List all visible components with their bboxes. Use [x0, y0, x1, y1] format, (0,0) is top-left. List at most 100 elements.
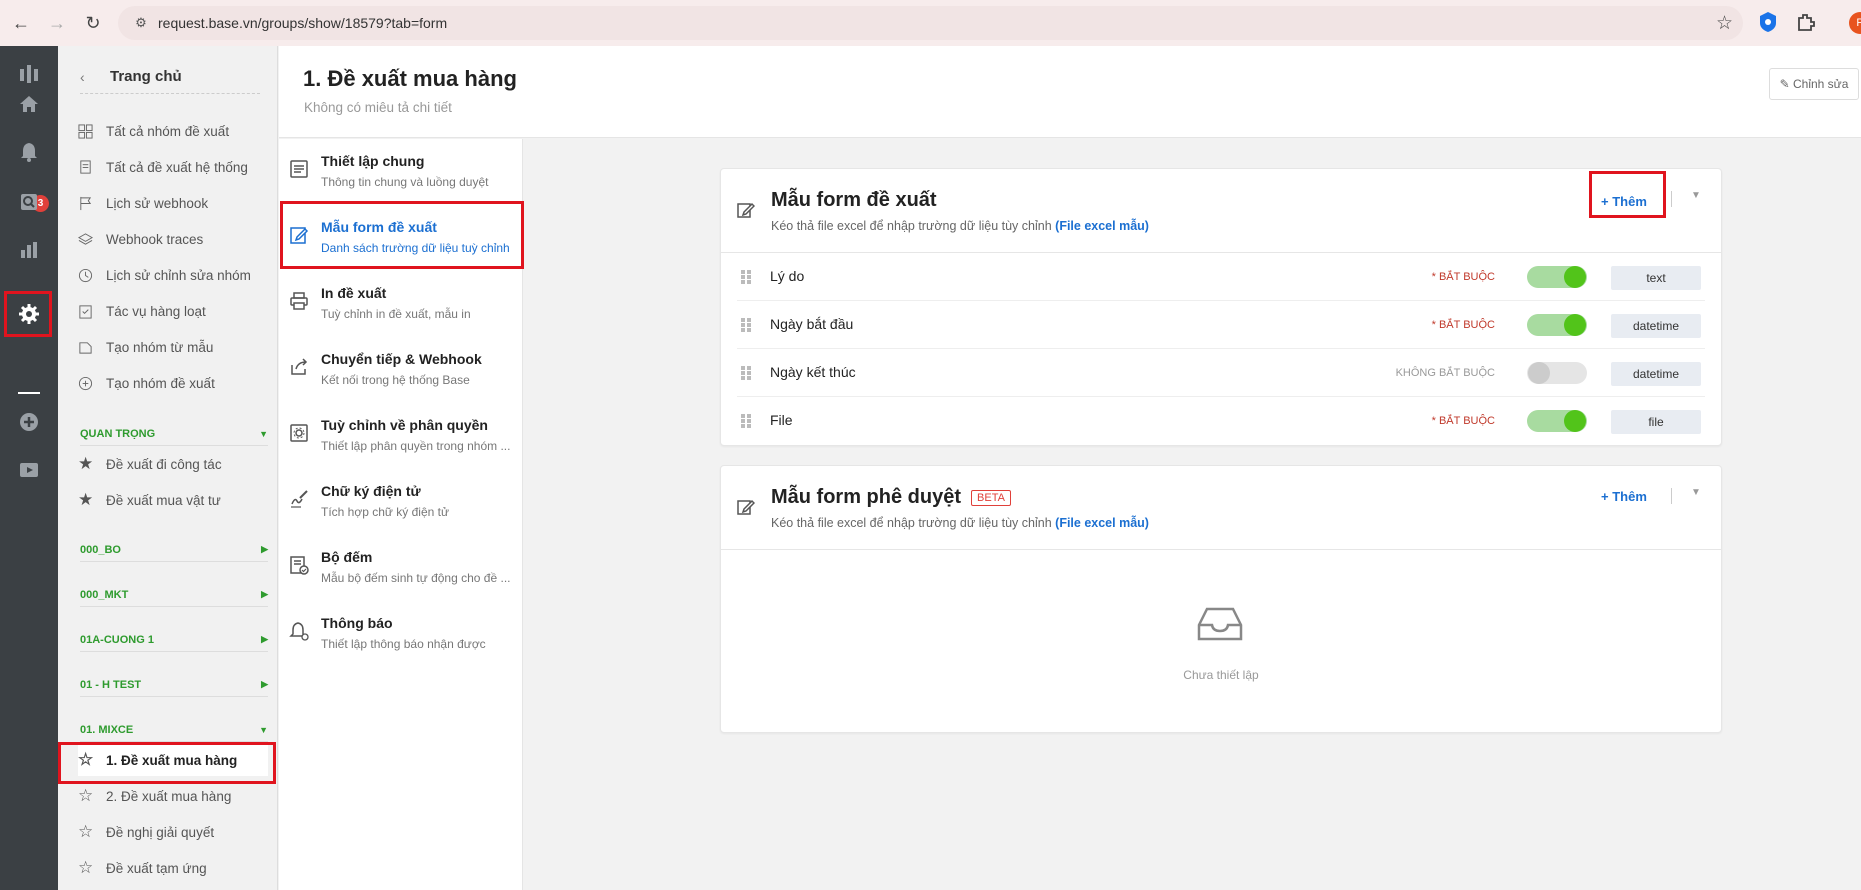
share-icon	[289, 357, 311, 379]
caret-down-icon[interactable]: ▼	[1691, 487, 1701, 498]
settings-tab-signature[interactable]: Chữ ký điện tử Tích hợp chữ ký điện tử	[279, 469, 523, 535]
field-name: Ngày kết thúc	[770, 364, 856, 380]
flag-icon	[78, 196, 106, 211]
star-filled-icon[interactable]: ★	[78, 454, 106, 474]
settings-tab-title: Thông báo	[321, 615, 393, 631]
field-row: Ngày bắt đầu * BẮT BUỘC datetime	[737, 301, 1705, 349]
section-quan-trong[interactable]: QUAN TRỌNG ▼	[80, 422, 268, 446]
sidebar-item-webhook-traces[interactable]: Webhook traces	[78, 224, 268, 254]
settings-tab-webhook[interactable]: Chuyển tiếp & Webhook Kết nối trong hệ t…	[279, 337, 523, 403]
card-title: Mẫu form đề xuất	[771, 189, 937, 211]
star-filled-icon[interactable]: ★	[78, 490, 106, 510]
sidebar-home-link[interactable]: ‹ Trang chủ	[80, 64, 260, 94]
url-text[interactable]: request.base.vn/groups/show/18579?tab=fo…	[158, 15, 447, 31]
sample-excel-link[interactable]: (File excel mẫu)	[1055, 516, 1149, 530]
field-toggle[interactable]	[1527, 314, 1587, 336]
field-required-label: * BẮT BUỘC	[1431, 319, 1495, 331]
settings-tab-print[interactable]: In đề xuất Tuỳ chỉnh in đề xuất, mẫu in	[279, 271, 523, 337]
signature-icon	[289, 489, 311, 511]
drag-handle-icon[interactable]	[741, 414, 753, 428]
star-outline-icon[interactable]: ☆	[78, 858, 106, 878]
settings-tab-subtitle: Thông tin chung và luồng duyệt	[321, 175, 489, 189]
approval-template-card: Mẫu form phê duyệt BETA Kéo thả file exc…	[720, 465, 1722, 733]
star-outline-icon[interactable]: ☆	[78, 786, 106, 806]
counter-icon	[289, 555, 311, 577]
section-01-mixce[interactable]: 01. MIXCE ▼	[80, 718, 268, 742]
search-doc-icon[interactable]	[13, 186, 45, 218]
app-rail: 3	[0, 46, 58, 890]
sidebar-item-label: Tạo nhóm từ mẫu	[106, 339, 214, 355]
back-icon[interactable]: ←	[6, 8, 36, 38]
card-description: Kéo thả file excel để nhập trường dữ liệ…	[771, 516, 1149, 530]
reload-icon[interactable]: ↻	[78, 8, 108, 38]
section-000-bo[interactable]: 000_BO ▶	[80, 538, 268, 562]
page-title: 1. Đề xuất mua hàng	[303, 66, 517, 91]
settings-tab-subtitle: Mẫu bộ đếm sinh tự động cho đề ...	[321, 571, 511, 585]
section-000-mkt[interactable]: 000_MKT ▶	[80, 583, 268, 607]
sidebar-item-label: Tạo nhóm đề xuất	[106, 375, 215, 391]
drag-handle-icon[interactable]	[741, 318, 753, 332]
sidebar-item-edit-history[interactable]: Lịch sử chỉnh sửa nhóm	[78, 260, 268, 290]
bookmark-star-icon[interactable]: ☆	[1716, 12, 1733, 35]
group-item[interactable]: ★ Đề xuất đi công tác	[78, 448, 268, 480]
settings-tab-subtitle: Tuỳ chỉnh in đề xuất, mẫu in	[321, 307, 471, 321]
field-toggle[interactable]	[1527, 362, 1587, 384]
add-circle-icon[interactable]	[13, 406, 45, 438]
sidebar-item-bulk-tasks[interactable]: Tác vụ hàng loạt	[78, 296, 268, 326]
base-logo-icon[interactable]	[13, 58, 45, 90]
caret-down-icon[interactable]: ▼	[1691, 190, 1701, 201]
site-settings-icon[interactable]: ⚙	[124, 15, 158, 31]
card-desc-text: Kéo thả file excel để nhập trường dữ liệ…	[771, 516, 1052, 530]
card-description: Kéo thả file excel để nhập trường dữ liệ…	[771, 219, 1149, 233]
sidebar-item-create-group[interactable]: Tạo nhóm đề xuất	[78, 368, 268, 398]
settings-tab-title: In đề xuất	[321, 285, 387, 301]
extensions-puzzle-icon[interactable]	[1795, 11, 1817, 33]
field-type-badge: datetime	[1611, 362, 1701, 386]
sidebar-item-all-groups[interactable]: Tất cả nhóm đề xuất	[78, 116, 268, 146]
settings-tab-permissions[interactable]: Tuỳ chỉnh về phân quyền Thiết lập phân q…	[279, 403, 523, 469]
sidebar-item-label: Tác vụ hàng loạt	[106, 303, 206, 319]
profile-avatar[interactable]: P	[1849, 12, 1861, 34]
settings-tab-title: Thiết lập chung	[321, 153, 425, 169]
card-title-text: Mẫu form phê duyệt	[771, 486, 962, 508]
extension-shield-icon[interactable]	[1758, 11, 1778, 33]
empty-state: Chưa thiết lập	[721, 550, 1721, 732]
field-required-label: * BẮT BUỘC	[1431, 271, 1495, 283]
section-01a-cuong-1[interactable]: 01A-CUONG 1 ▶	[80, 628, 268, 652]
sample-excel-link[interactable]: (File excel mẫu)	[1055, 219, 1149, 233]
field-toggle[interactable]	[1527, 410, 1587, 432]
reports-chart-icon[interactable]	[13, 234, 45, 266]
field-toggle[interactable]	[1527, 266, 1587, 288]
layers-icon	[78, 232, 106, 247]
edit-button[interactable]: ✎ Chỉnh sửa	[1769, 68, 1859, 100]
settings-tab-general[interactable]: Thiết lập chung Thông tin chung và luồng…	[279, 139, 523, 205]
drag-handle-icon[interactable]	[741, 366, 753, 380]
home-icon[interactable]	[13, 88, 45, 120]
sidebar-item-webhook-history[interactable]: Lịch sử webhook	[78, 188, 268, 218]
card-desc-text: Kéo thả file excel để nhập trường dữ liệ…	[771, 219, 1052, 233]
group-item[interactable]: ☆ Đề nghị giải quyết	[78, 816, 268, 848]
star-outline-icon[interactable]: ☆	[78, 822, 106, 842]
settings-tab-notification[interactable]: Thông báo Thiết lập thông báo nhận được	[279, 601, 523, 667]
sidebar-item-label: Webhook traces	[106, 231, 204, 247]
empty-inbox-icon	[1197, 607, 1243, 641]
address-bar[interactable]: ⚙ request.base.vn/groups/show/18579?tab=…	[118, 6, 1743, 40]
highlight-add-button	[1589, 171, 1666, 218]
group-item[interactable]: ★ Đề xuất mua vật tư	[78, 484, 268, 516]
video-play-icon[interactable]	[13, 454, 45, 486]
field-type-badge: file	[1611, 410, 1701, 434]
forward-icon[interactable]: →	[42, 8, 72, 38]
group-item-label: Đề xuất tạm ứng	[106, 860, 207, 876]
section-01-h-test[interactable]: 01 - H TEST ▶	[80, 673, 268, 697]
sidebar-item-all-requests[interactable]: Tất cả đề xuất hệ thống	[78, 152, 268, 182]
sidebar-item-create-from-template[interactable]: Tạo nhóm từ mẫu	[78, 332, 268, 362]
group-item[interactable]: ☆ 2. Đề xuất mua hàng	[78, 780, 268, 812]
drag-handle-icon[interactable]	[741, 270, 753, 284]
add-field-button[interactable]: + Thêm	[1601, 482, 1647, 510]
divider	[1671, 488, 1672, 504]
group-item[interactable]: ☆ Đề xuất tạm ứng	[78, 852, 268, 884]
settings-tab-counter[interactable]: Bộ đếm Mẫu bộ đếm sinh tự động cho đề ..…	[279, 535, 523, 601]
pencil-icon: ✎	[1779, 77, 1793, 91]
notification-bell-icon[interactable]	[13, 136, 45, 168]
section-label: 01A-CUONG 1	[80, 633, 154, 646]
